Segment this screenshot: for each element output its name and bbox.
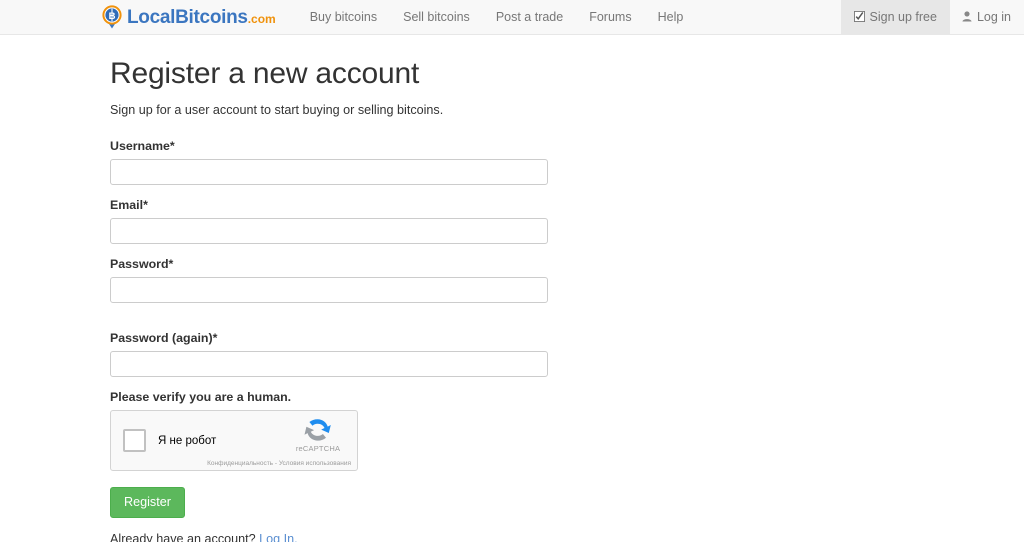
email-input[interactable] [110, 217, 548, 244]
password-label: Password* [110, 256, 570, 272]
email-label-text: Email [110, 197, 144, 212]
recaptcha-brand-name: reCAPTCHA [295, 444, 341, 454]
nav-buy-bitcoins[interactable]: Buy bitcoins [297, 0, 390, 34]
nav-help-label: Help [657, 10, 684, 24]
form-group-password-again: Password (again)* [110, 330, 570, 378]
log-in-label: Log in [976, 10, 1011, 24]
nav-sell-bitcoins[interactable]: Sell bitcoins [390, 0, 483, 34]
already-have-account-line: Already have an account? Log In. [110, 531, 570, 542]
brand-name: LocalBitcoins.com [127, 8, 276, 27]
nav-buy-bitcoins-label: Buy bitcoins [309, 10, 378, 24]
brand-logo-link[interactable]: B LocalBitcoins.com [101, 0, 290, 34]
nav-help[interactable]: Help [645, 0, 697, 34]
form-group-email: Email* [110, 197, 570, 244]
recaptcha-arrows-icon [287, 417, 349, 443]
user-icon [962, 11, 972, 25]
nav-post-a-trade[interactable]: Post a trade [483, 0, 576, 34]
register-button[interactable]: Register [110, 487, 185, 519]
nav-sell-bitcoins-label: Sell bitcoins [403, 10, 470, 24]
primary-nav: Buy bitcoins Sell bitcoins Post a trade … [297, 0, 697, 34]
bitcoin-map-pin-icon: B [101, 5, 123, 29]
page-subtitle: Sign up for a user account to start buyi… [110, 103, 444, 117]
nav-forums[interactable]: Forums [576, 0, 644, 34]
captcha-label: Please verify you are a human. [110, 390, 292, 405]
password-required-marker: * [168, 256, 174, 271]
recaptcha-branding: reCAPTCHA [287, 417, 349, 453]
sign-up-free-button[interactable]: Sign up free [840, 0, 950, 34]
password-label-text: Password [110, 256, 169, 271]
password-again-required-marker: * [212, 331, 218, 345]
log-in-link[interactable]: Log In. [259, 532, 298, 542]
brand-name-text: LocalBitcoins [127, 6, 248, 28]
page-container: Register a new account Sign up for a use… [0, 35, 1024, 542]
form-spacer [110, 315, 570, 330]
form-group-password: Password* [110, 256, 570, 303]
password-again-label: Password (again)* [110, 330, 570, 346]
already-have-account-text: Already have an account? [110, 532, 256, 542]
recaptcha-checkbox-label: Я не робот [158, 434, 217, 447]
password-again-input[interactable] [110, 351, 548, 378]
nav-forums-label: Forums [589, 10, 632, 24]
brand-name-suffix: .com [247, 11, 276, 26]
account-nav: Sign up free Log in [840, 0, 1024, 34]
form-group-username: Username* [110, 138, 570, 185]
page-title: Register a new account [110, 57, 420, 90]
form-group-captcha: Please verify you are a human. Я не робо… [110, 389, 570, 472]
password-again-label-text: Password (again) [110, 331, 213, 345]
top-navbar: B LocalBitcoins.com Buy bitcoins Sell bi… [0, 0, 1024, 35]
register-form-section: Register a new account Sign up for a use… [110, 35, 570, 542]
recaptcha-widget[interactable]: Я не робот reCAPTCHA Конфиденциальность … [110, 410, 358, 472]
username-label: Username* [110, 138, 570, 154]
recaptcha-terms: Конфиденциальность - Условия использован… [207, 460, 351, 468]
checked-checkbox-icon [853, 11, 865, 25]
recaptcha-checkbox[interactable] [123, 429, 146, 453]
password-input[interactable] [110, 277, 548, 303]
username-input[interactable] [110, 158, 548, 185]
log-in-button[interactable]: Log in [950, 0, 1024, 34]
email-label: Email* [110, 197, 570, 213]
email-required-marker: * [143, 197, 148, 212]
sign-up-free-label: Sign up free [869, 10, 937, 24]
nav-post-a-trade-label: Post a trade [495, 10, 564, 24]
username-required-marker: * [169, 138, 175, 153]
username-label-text: Username [110, 138, 170, 153]
